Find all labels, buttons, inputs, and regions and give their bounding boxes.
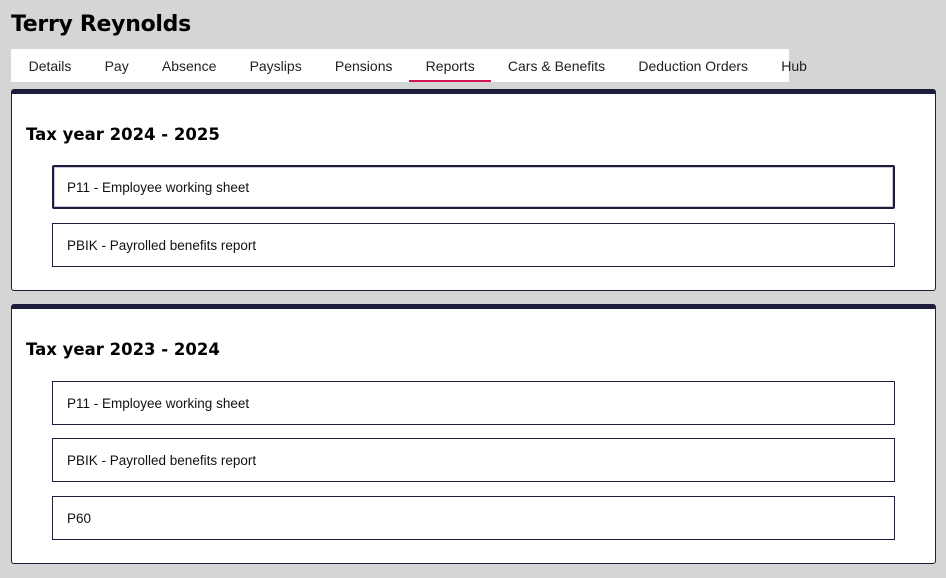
tax-year-panel-2024-2025: Tax year 2024 - 2025 P11 - Employee work… — [11, 89, 936, 291]
p11-report-button[interactable]: P11 - Employee working sheet — [52, 381, 895, 425]
pbik-report-button[interactable]: PBIK - Payrolled benefits report — [52, 223, 895, 267]
tab-payslips[interactable]: Payslips — [233, 49, 318, 82]
tab-pensions[interactable]: Pensions — [318, 49, 409, 82]
page-title: Terry Reynolds — [11, 12, 191, 37]
tax-year-title: Tax year 2023 - 2024 — [26, 340, 220, 359]
tab-pay[interactable]: Pay — [88, 49, 145, 82]
tab-cars-benefits[interactable]: Cars & Benefits — [491, 49, 621, 82]
tax-year-panel-2023-2024: Tax year 2023 - 2024 P11 - Employee work… — [11, 304, 936, 564]
tab-bar: Details Pay Absence Payslips Pensions Re… — [11, 49, 807, 82]
tab-absence[interactable]: Absence — [145, 49, 233, 82]
tab-deduction-orders[interactable]: Deduction Orders — [622, 49, 765, 82]
tab-hub[interactable]: Hub — [765, 49, 824, 82]
p60-report-button[interactable]: P60 — [52, 496, 895, 540]
p11-report-button[interactable]: P11 - Employee working sheet — [52, 165, 895, 209]
tab-reports[interactable]: Reports — [409, 49, 492, 82]
tab-details[interactable]: Details — [12, 49, 88, 82]
tax-year-title: Tax year 2024 - 2025 — [26, 125, 220, 144]
pbik-report-button[interactable]: PBIK - Payrolled benefits report — [52, 438, 895, 482]
